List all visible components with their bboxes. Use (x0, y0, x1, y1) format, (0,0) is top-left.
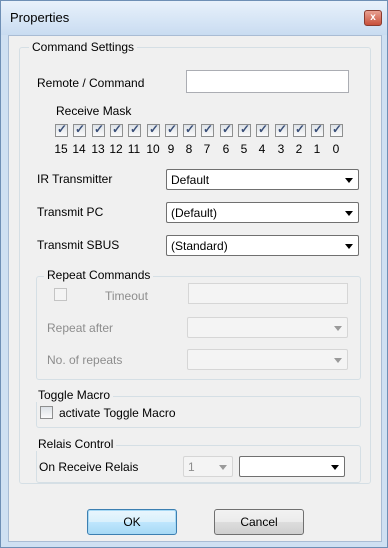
receive-mask-bit-label: 8 (185, 142, 193, 156)
repeat-commands-legend: Repeat Commands (44, 268, 154, 282)
receive-mask-bit-0-checkbox[interactable] (330, 122, 343, 137)
remote-command-input[interactable] (186, 70, 349, 93)
number-of-repeats-label: No. of repeats (47, 353, 123, 367)
transmit-pc-value: (Default) (171, 206, 218, 220)
receive-mask-bit-4-checkbox[interactable] (256, 122, 269, 137)
relais-action-select[interactable] (239, 456, 345, 477)
repeat-after-label: Repeat after (47, 321, 114, 335)
ir-transmitter-label: IR Transmitter (37, 172, 113, 186)
transmit-sbus-label: Transmit SBUS (37, 238, 120, 252)
receive-mask-bit-6-checkbox[interactable] (220, 122, 233, 137)
cancel-button[interactable]: Cancel (214, 509, 304, 535)
transmit-sbus-select[interactable]: (Standard) (166, 235, 359, 256)
on-receive-relais-label: On Receive Relais (39, 460, 139, 474)
dialog-client-area: Command Settings Remote / Command Receiv… (8, 35, 382, 542)
title-bar[interactable]: Properties x (1, 1, 387, 35)
activate-toggle-macro-label[interactable]: activate Toggle Macro (59, 406, 176, 420)
receive-mask-bit-label: 14 (72, 142, 86, 156)
receive-mask-bit-15-checkbox[interactable] (55, 122, 68, 137)
command-settings-legend: Command Settings (29, 40, 138, 54)
receive-mask-bit-label: 12 (109, 142, 123, 156)
chevron-down-icon (345, 211, 353, 216)
transmit-sbus-value: (Standard) (171, 239, 228, 253)
ir-transmitter-select[interactable]: Default (166, 169, 359, 190)
relais-number-value: 1 (188, 460, 195, 474)
ok-button[interactable]: OK (87, 509, 177, 535)
receive-mask-bit-3-checkbox[interactable] (275, 122, 288, 137)
chevron-down-icon (334, 358, 342, 363)
remote-command-label: Remote / Command (37, 76, 145, 90)
receive-mask-bit-label: 5 (240, 142, 248, 156)
number-of-repeats-select[interactable] (187, 349, 348, 370)
receive-mask-bits: 1514131211109876543210 (54, 122, 355, 164)
receive-mask-bit-label: 11 (127, 142, 141, 156)
relais-control-legend: Relais Control (35, 437, 117, 451)
receive-mask-bit-14-checkbox[interactable] (73, 122, 86, 137)
chevron-down-icon (345, 244, 353, 249)
receive-mask-bit-label: 0 (332, 142, 340, 156)
window-title: Properties (10, 10, 70, 25)
receive-mask-bit-label: 6 (222, 142, 230, 156)
receive-mask-bit-8-checkbox[interactable] (183, 122, 196, 137)
receive-mask-bit-5-checkbox[interactable] (238, 122, 251, 137)
receive-mask-bit-1-checkbox[interactable] (311, 122, 324, 137)
chevron-down-icon (345, 178, 353, 183)
receive-mask-bit-2-checkbox[interactable] (293, 122, 306, 137)
receive-mask-bit-label: 13 (91, 142, 105, 156)
receive-mask-bit-label: 2 (295, 142, 303, 156)
relais-number-select[interactable]: 1 (183, 456, 233, 477)
chevron-down-icon (334, 326, 342, 331)
receive-mask-bit-label: 9 (167, 142, 175, 156)
receive-mask-bit-11-checkbox[interactable] (128, 122, 141, 137)
receive-mask-label: Receive Mask (56, 104, 132, 118)
receive-mask-bit-12-checkbox[interactable] (110, 122, 123, 137)
close-button[interactable]: x (364, 10, 382, 26)
properties-window: Properties x Command Settings Remote / C… (0, 0, 388, 548)
timeout-input[interactable] (188, 283, 348, 304)
receive-mask-bit-label: 4 (258, 142, 266, 156)
ir-transmitter-value: Default (171, 173, 210, 187)
transmit-pc-select[interactable]: (Default) (166, 202, 359, 223)
receive-mask-bit-10-checkbox[interactable] (147, 122, 160, 137)
repeat-after-select[interactable] (187, 317, 348, 338)
chevron-down-icon (331, 465, 339, 470)
timeout-label: Timeout (105, 289, 148, 303)
receive-mask-bit-label: 3 (277, 142, 285, 156)
chevron-down-icon (219, 465, 227, 470)
transmit-pc-label: Transmit PC (37, 205, 104, 219)
receive-mask-bit-9-checkbox[interactable] (165, 122, 178, 137)
receive-mask-bit-label: 10 (146, 142, 160, 156)
timeout-checkbox[interactable] (54, 288, 67, 301)
receive-mask-bit-label: 15 (54, 142, 68, 156)
toggle-macro-legend: Toggle Macro (35, 388, 114, 402)
receive-mask-bit-label: 7 (203, 142, 211, 156)
receive-mask-bit-7-checkbox[interactable] (201, 122, 214, 137)
receive-mask-bit-13-checkbox[interactable] (92, 122, 105, 137)
receive-mask-bit-label: 1 (313, 142, 321, 156)
activate-toggle-macro-checkbox[interactable] (40, 406, 53, 419)
